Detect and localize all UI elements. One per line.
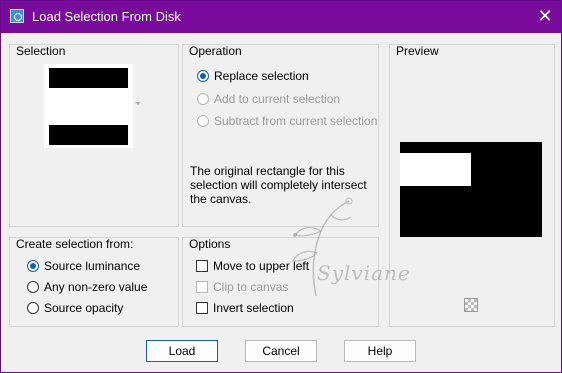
checkbox-box xyxy=(196,281,208,293)
radio-label: Subtract from current selection xyxy=(214,114,378,128)
transparency-checker-icon[interactable] xyxy=(464,298,478,312)
radio-indicator xyxy=(27,302,39,314)
load-selection-dialog: Load Selection From Disk ✕ Selection Ope… xyxy=(0,0,562,373)
preview-selection-area xyxy=(400,153,471,186)
thumbnail-top-bar xyxy=(49,68,128,88)
window-title: Load Selection From Disk xyxy=(32,9,181,24)
options-group-title: Options xyxy=(189,237,231,251)
radio-indicator xyxy=(27,260,39,272)
checkbox-label: Invert selection xyxy=(213,301,294,315)
preview-canvas xyxy=(400,142,542,237)
checkbox-label: Move to upper left xyxy=(213,259,310,273)
checkbox-box xyxy=(196,260,208,272)
radio-label: Source opacity xyxy=(44,301,124,315)
preview-group-title: Preview xyxy=(396,44,439,58)
radio-label: Replace selection xyxy=(214,69,309,83)
intersection-info-text: The original rectangle for this selectio… xyxy=(190,164,367,206)
checkbox-box xyxy=(196,302,208,314)
thumbnail-bottom-bar xyxy=(49,125,128,145)
radio-label: Source luminance xyxy=(44,259,141,273)
radio-indicator xyxy=(27,281,39,293)
cancel-button[interactable]: Cancel xyxy=(245,340,317,362)
radio-label: Any non-zero value xyxy=(44,280,148,294)
app-icon xyxy=(10,9,24,23)
create-selection-from-title: Create selection from: xyxy=(16,237,134,251)
radio-label: Add to current selection xyxy=(214,92,341,106)
radio-indicator xyxy=(197,115,209,127)
help-button[interactable]: Help xyxy=(344,340,416,362)
selection-thumbnail[interactable] xyxy=(44,64,133,148)
chevron-down-icon[interactable] xyxy=(135,102,141,105)
radio-indicator xyxy=(197,93,209,105)
operation-group-title: Operation xyxy=(189,44,242,58)
selection-group-title: Selection xyxy=(16,44,66,58)
close-button[interactable]: ✕ xyxy=(529,1,561,33)
load-button[interactable]: Load xyxy=(146,340,218,362)
title-bar[interactable]: Load Selection From Disk ✕ xyxy=(1,1,561,33)
radio-indicator xyxy=(197,70,209,82)
checkbox-label: Clip to canvas xyxy=(213,280,289,294)
